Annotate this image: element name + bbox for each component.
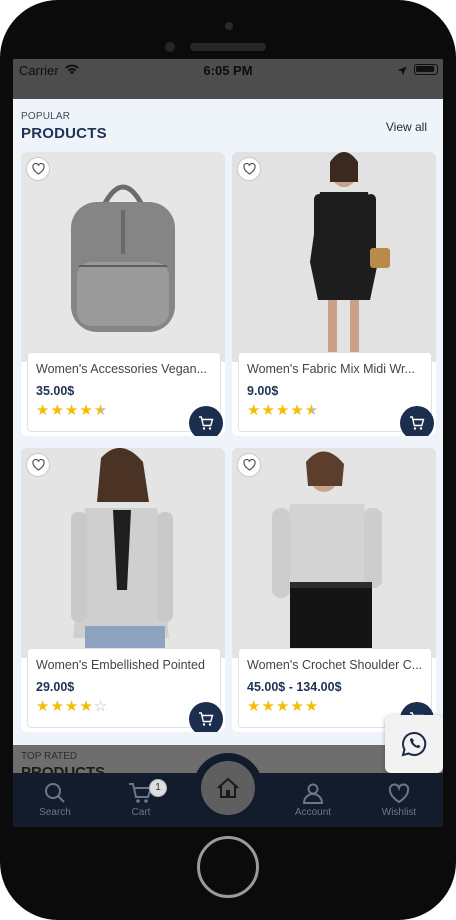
- rating-stars: ★★★★★: [36, 402, 109, 419]
- product-image: [21, 448, 225, 658]
- wishlist-heart-icon[interactable]: [26, 157, 50, 181]
- product-name: Women's Embellished Pointed: [36, 658, 205, 672]
- nav-cart-label: Cart: [131, 807, 151, 818]
- product-name: Women's Accessories Vegan...: [36, 362, 207, 376]
- front-sensor: [225, 22, 233, 30]
- product-image: [232, 152, 436, 362]
- product-price: 35.00$: [36, 384, 75, 398]
- clock: 6:05 PM: [203, 63, 253, 78]
- hardware-home-button[interactable]: [197, 836, 259, 898]
- product-price: 29.00$: [36, 680, 75, 694]
- add-to-cart-button[interactable]: [400, 406, 434, 436]
- product-card[interactable]: Women's Crochet Shoulder C... 45.00$ - 1…: [232, 448, 436, 732]
- section-overline: POPULAR: [21, 111, 71, 122]
- nav-cart[interactable]: Cart: [101, 781, 181, 818]
- user-icon: [302, 783, 324, 804]
- rating-stars: ★★★★★: [247, 402, 320, 419]
- popular-products-section: POPULAR PRODUCTS View all Women's Access…: [13, 99, 443, 785]
- heart-icon: [388, 783, 410, 804]
- view-all-link[interactable]: View all: [386, 120, 427, 134]
- rating-stars: ★★★★☆: [36, 698, 109, 715]
- location-arrow-icon: [397, 64, 407, 79]
- nav-account-label: Account: [294, 807, 332, 818]
- nav-wishlist[interactable]: Wishlist: [359, 781, 439, 818]
- home-icon: [217, 777, 239, 798]
- wishlist-heart-icon[interactable]: [237, 453, 261, 477]
- product-image: [21, 152, 225, 362]
- product-price: 9.00$: [247, 384, 279, 398]
- search-icon: [45, 783, 65, 803]
- wishlist-heart-icon[interactable]: [26, 453, 50, 477]
- nav-account[interactable]: Account: [273, 781, 353, 818]
- home-tab-button[interactable]: [201, 761, 255, 815]
- product-name: Women's Crochet Shoulder C...: [247, 658, 423, 672]
- add-to-cart-button[interactable]: [189, 406, 223, 436]
- nav-search[interactable]: Search: [15, 781, 95, 818]
- phone-frame: Carrier 6:05 PM POPULAR PRODUCTS View al…: [0, 0, 456, 920]
- nav-wishlist-label: Wishlist: [381, 807, 417, 818]
- header-dim-strip: [13, 81, 443, 99]
- product-card[interactable]: Women's Embellished Pointed 29.00$ ★★★★☆: [21, 448, 225, 732]
- product-card[interactable]: Women's Accessories Vegan... 35.00$ ★★★★…: [21, 152, 225, 436]
- product-name: Women's Fabric Mix Midi Wr...: [247, 362, 415, 376]
- whatsapp-icon: [401, 731, 427, 757]
- earpiece-speaker: [190, 43, 266, 51]
- nav-search-label: Search: [39, 807, 71, 818]
- product-image: [232, 448, 436, 658]
- section-overline: TOP RATED: [21, 751, 78, 762]
- battery-icon: [414, 64, 438, 75]
- product-price: 45.00$ - 134.00$: [247, 680, 342, 694]
- section-title: PRODUCTS: [21, 125, 107, 142]
- add-to-cart-button[interactable]: [189, 702, 223, 732]
- wishlist-heart-icon[interactable]: [237, 157, 261, 181]
- front-camera: [165, 42, 175, 52]
- status-bar: Carrier 6:05 PM: [13, 59, 443, 81]
- screen: Carrier 6:05 PM POPULAR PRODUCTS View al…: [13, 59, 443, 827]
- product-card[interactable]: Women's Fabric Mix Midi Wr... 9.00$ ★★★★…: [232, 152, 436, 436]
- whatsapp-chat-button[interactable]: [385, 715, 443, 773]
- cart-count-badge: 1: [149, 779, 167, 797]
- rating-stars: ★★★★★: [247, 698, 320, 715]
